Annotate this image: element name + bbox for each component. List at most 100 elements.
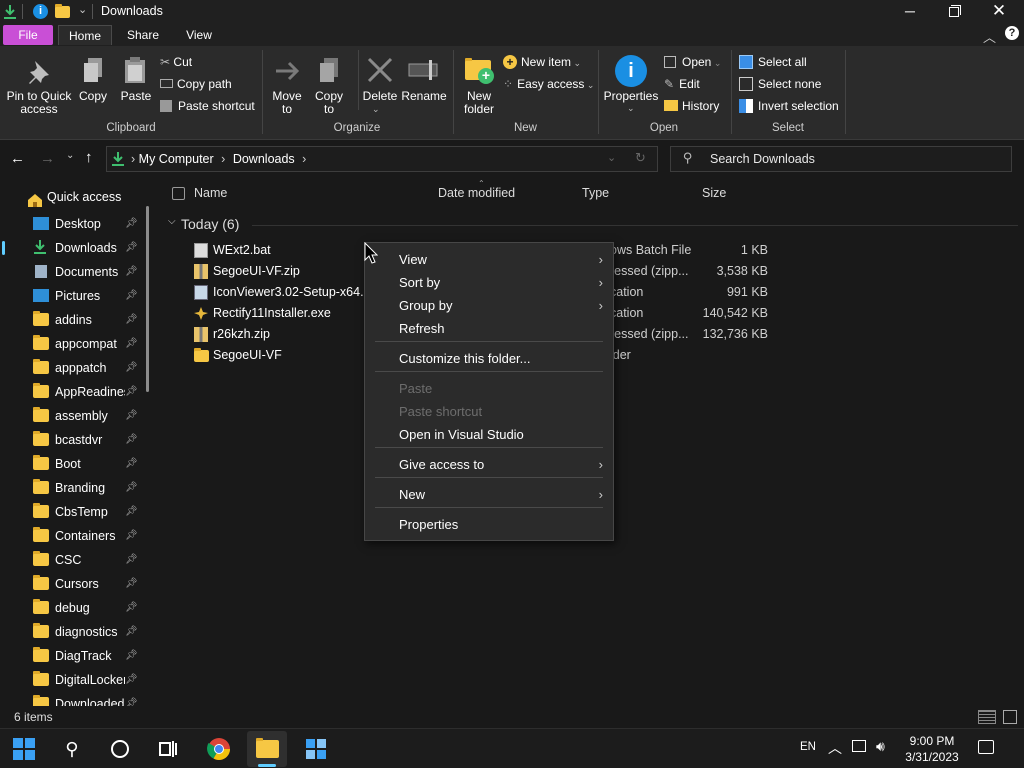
recent-locations-dropdown[interactable]: ⌄ <box>66 150 74 161</box>
address-dropdown-icon[interactable]: ⌄ <box>607 151 616 164</box>
sidebar-item-pictures[interactable]: Pictures 📌︎ <box>0 284 150 308</box>
tab-file[interactable]: File <box>3 25 53 45</box>
context-menu-item-customize-this-folder[interactable]: Customize this folder... <box>365 347 613 370</box>
collapse-ribbon-icon[interactable]: ︿ <box>983 27 996 46</box>
sidebar-item-cursors[interactable]: Cursors 📌︎ <box>0 572 150 596</box>
up-button[interactable]: ↑ <box>85 149 93 166</box>
sidebar-item-apppatch[interactable]: apppatch 📌︎ <box>0 356 150 380</box>
quick-access-toolbar-dropdown-icon[interactable]: ⌄ <box>78 3 87 16</box>
new-folder-button[interactable]: New folder <box>458 90 500 116</box>
select-all-checkbox[interactable] <box>172 187 185 200</box>
context-menu-item-paste-shortcut[interactable]: Paste shortcut <box>365 400 613 423</box>
volume-icon[interactable]: 🔊︎ <box>876 738 885 755</box>
context-menu-item-refresh[interactable]: Refresh <box>365 317 613 340</box>
properties-quick-icon[interactable]: i <box>33 4 48 19</box>
large-icons-view-icon[interactable] <box>1003 710 1017 724</box>
invert-selection-button[interactable]: Invert selection <box>739 98 839 114</box>
easy-access-button[interactable]: ⁘ Easy access ⌄ <box>503 76 594 93</box>
maximize-button[interactable] <box>940 0 968 24</box>
new-folder-quick-icon[interactable] <box>55 4 70 18</box>
sidebar-item-digitallocker[interactable]: DigitalLocker 📌︎ <box>0 668 150 692</box>
quick-access-label[interactable]: Quick access <box>47 190 121 204</box>
chrome-icon[interactable] <box>207 737 231 761</box>
delete-button[interactable]: Delete <box>359 90 401 103</box>
sidebar-item-debug[interactable]: debug 📌︎ <box>0 596 150 620</box>
sidebar-item-containers[interactable]: Containers 📌︎ <box>0 524 150 548</box>
context-menu-item-sort-by[interactable]: Sort by › <box>365 271 613 294</box>
address-bar[interactable]: › My Computer › Downloads › ⌄ ↻ <box>106 146 658 172</box>
column-name[interactable]: Name <box>194 186 227 200</box>
details-view-icon[interactable] <box>978 710 996 724</box>
open-button[interactable]: Open ⌄ <box>664 54 721 71</box>
tab-home[interactable]: Home <box>58 25 112 45</box>
help-icon[interactable]: ? <box>1005 26 1019 40</box>
group-header[interactable]: Today (6) <box>181 216 239 232</box>
breadcrumb-my-computer[interactable]: My Computer <box>139 152 214 166</box>
sidebar-item-boot[interactable]: Boot 📌︎ <box>0 452 150 476</box>
pin-to-quick-access-button[interactable]: Pin to Quick access <box>4 90 74 116</box>
search-icon[interactable]: ⚲ <box>60 737 84 761</box>
context-menu-item-give-access-to[interactable]: Give access to › <box>365 453 613 476</box>
select-none-button[interactable]: Select none <box>739 76 821 92</box>
sidebar-item-downloaded[interactable]: Downloaded 📌︎ <box>0 692 150 706</box>
column-type[interactable]: Type <box>582 186 609 200</box>
column-size[interactable]: Size <box>702 186 726 200</box>
sidebar-item-cbstemp[interactable]: CbsTemp 📌︎ <box>0 500 150 524</box>
select-all-button[interactable]: Select all <box>739 54 807 70</box>
context-menu-item-paste[interactable]: Paste <box>365 377 613 400</box>
new-item-button[interactable]: + New item ⌄ <box>503 54 581 71</box>
sidebar-item-branding[interactable]: Branding 📌︎ <box>0 476 150 500</box>
history-button[interactable]: History <box>664 98 719 114</box>
rename-button[interactable]: Rename <box>400 90 448 103</box>
properties-dropdown-icon[interactable]: ⌄ <box>627 103 635 114</box>
back-button[interactable]: ← <box>10 150 25 167</box>
tab-view[interactable]: View <box>176 25 222 45</box>
search-box[interactable]: ⚲ Search Downloads <box>670 146 1012 172</box>
task-view-icon[interactable] <box>156 737 180 761</box>
column-date-modified[interactable]: Date modified <box>438 186 515 200</box>
clock[interactable]: 9:00 PM 3/31/2023 <box>900 733 964 765</box>
sidebar-item-appcompat[interactable]: appcompat 📌︎ <box>0 332 150 356</box>
context-menu-item-new[interactable]: New › <box>365 483 613 506</box>
sidebar-item-bcastdvr[interactable]: bcastdvr 📌︎ <box>0 428 150 452</box>
language-indicator[interactable]: EN <box>800 741 816 753</box>
sidebar-item-diagtrack[interactable]: DiagTrack 📌︎ <box>0 644 150 668</box>
show-hidden-icons-icon[interactable]: ︿ <box>828 738 842 758</box>
network-icon[interactable] <box>852 740 866 752</box>
paste-shortcut-button[interactable]: Paste shortcut <box>160 98 255 114</box>
paste-button[interactable]: Paste <box>117 90 155 103</box>
context-menu-item-view[interactable]: View › <box>365 248 613 271</box>
copy-path-button[interactable]: Copy path <box>160 76 232 92</box>
move-to-button[interactable]: Move to <box>266 90 308 116</box>
close-button[interactable]: ✕ <box>985 0 1013 24</box>
sidebar-scrollbar[interactable] <box>146 206 149 392</box>
tab-share[interactable]: Share <box>120 25 166 45</box>
properties-button[interactable]: Properties <box>601 90 661 103</box>
edit-button[interactable]: ✎ Edit <box>664 76 700 92</box>
sidebar-item-diagnostics[interactable]: diagnostics 📌︎ <box>0 620 150 644</box>
cut-button[interactable]: ✂ Cut <box>160 54 192 70</box>
refresh-icon[interactable]: ↻ <box>635 150 646 166</box>
group-collapse-icon[interactable]: ⌵ <box>168 216 176 227</box>
minimize-button[interactable]: ─ <box>896 0 924 24</box>
breadcrumb-downloads[interactable]: Downloads <box>233 152 295 166</box>
sidebar-item-desktop[interactable]: Desktop 📌︎ <box>0 212 150 236</box>
sidebar-item-downloads[interactable]: Downloads 📌︎ <box>0 236 150 260</box>
copy-button[interactable]: Copy <box>76 90 110 103</box>
app-taskbar-icon[interactable] <box>304 737 328 761</box>
file-explorer-taskbar-button[interactable] <box>247 731 287 767</box>
windows-start-icon[interactable] <box>12 737 36 761</box>
forward-button[interactable]: → <box>40 150 55 167</box>
sidebar-item-appreadiness[interactable]: AppReadiness📌︎ <box>0 380 150 404</box>
context-menu-item-open-in-visual-studio[interactable]: Open in Visual Studio <box>365 423 613 446</box>
sidebar-item-documents[interactable]: Documents 📌︎ <box>0 260 150 284</box>
sidebar-item-addins[interactable]: addins 📌︎ <box>0 308 150 332</box>
context-menu-item-properties[interactable]: Properties <box>365 513 613 536</box>
copy-to-button[interactable]: Copy to <box>309 90 349 116</box>
sidebar-item-csc[interactable]: CSC 📌︎ <box>0 548 150 572</box>
cortana-icon[interactable] <box>108 737 132 761</box>
sidebar-item-assembly[interactable]: assembly 📌︎ <box>0 404 150 428</box>
context-menu-item-group-by[interactable]: Group by › <box>365 294 613 317</box>
notifications-icon[interactable] <box>978 740 994 754</box>
delete-dropdown-icon[interactable]: ⌄ <box>372 104 380 115</box>
